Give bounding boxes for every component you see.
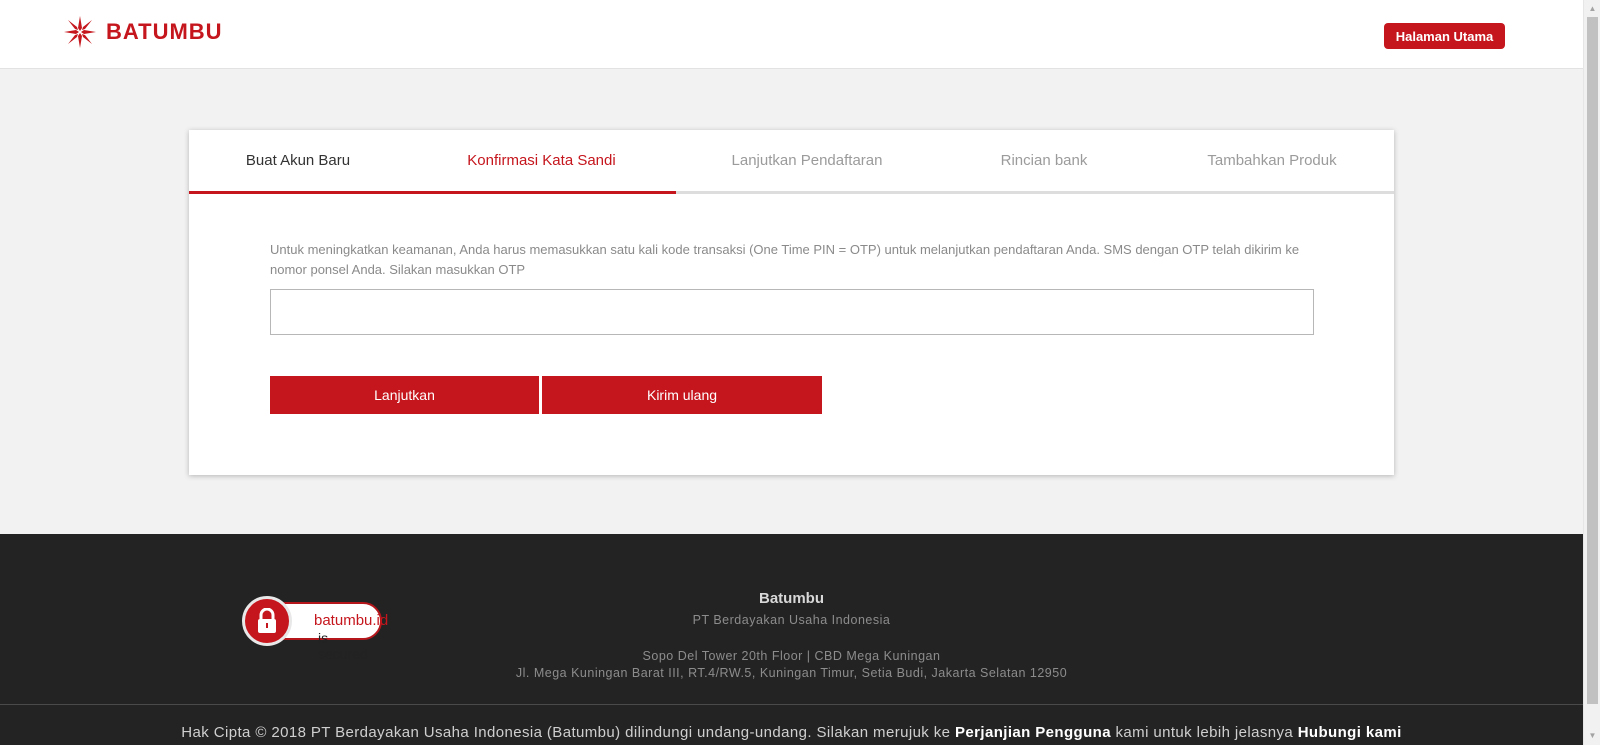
footer-company-info: Batumbu PT Berdayakan Usaha Indonesia So… (0, 590, 1583, 680)
header: BATUMBU Halaman Utama (0, 0, 1583, 69)
copyright-mid: kami untuk lebih jelasnya (1110, 724, 1298, 741)
batumbu-logo-icon (64, 16, 96, 48)
resend-button[interactable]: Kirim ulang (542, 376, 822, 414)
page: BATUMBU Halaman Utama Buat Akun Baru Kon… (0, 0, 1583, 745)
tab-continue-registration[interactable]: Lanjutkan Pendaftaran (676, 130, 938, 191)
vertical-scrollbar[interactable]: ▲ ▼ (1583, 0, 1600, 745)
registration-card: Buat Akun Baru Konfirmasi Kata Sandi Lan… (189, 130, 1394, 475)
terms-link[interactable]: Perjanjian Pengguna (955, 724, 1111, 741)
scroll-thumb[interactable] (1587, 17, 1598, 704)
footer-address-line2: Jl. Mega Kuningan Barat III, RT.4/RW.5, … (515, 666, 1068, 680)
continue-button[interactable]: Lanjutkan (270, 376, 539, 414)
tab-bank-details[interactable]: Rincian bank (938, 130, 1150, 191)
scroll-down-icon[interactable]: ▼ (1584, 727, 1600, 744)
tab-create-account[interactable]: Buat Akun Baru (189, 130, 407, 191)
otp-input[interactable] (270, 289, 1314, 335)
footer-address-line1: Sopo Del Tower 20th Floor | CBD Mega Kun… (642, 649, 941, 663)
step-tabs: Buat Akun Baru Konfirmasi Kata Sandi Lan… (189, 130, 1394, 194)
footer-company-legal: PT Berdayakan Usaha Indonesia (692, 613, 891, 627)
scroll-up-icon[interactable]: ▲ (1584, 0, 1600, 17)
copyright-text: Hak Cipta © 2018 PT Berdayakan Usaha Ind… (181, 724, 955, 741)
otp-instruction: Untuk meningkatkan keamanan, Anda harus … (270, 242, 1300, 277)
tab-add-product[interactable]: Tambahkan Produk (1150, 130, 1394, 191)
contact-link[interactable]: Hubungi kami (1298, 724, 1402, 741)
active-tab-indicator (189, 191, 676, 194)
home-button[interactable]: Halaman Utama (1384, 23, 1505, 49)
copyright: Hak Cipta © 2018 PT Berdayakan Usaha Ind… (0, 724, 1583, 741)
footer-company-name: Batumbu (759, 590, 824, 607)
brand-logo[interactable]: BATUMBU (62, 14, 223, 50)
footer-divider (0, 704, 1583, 705)
tab-confirm-password[interactable]: Konfirmasi Kata Sandi (407, 130, 676, 191)
logo-text: BATUMBU (106, 19, 223, 44)
